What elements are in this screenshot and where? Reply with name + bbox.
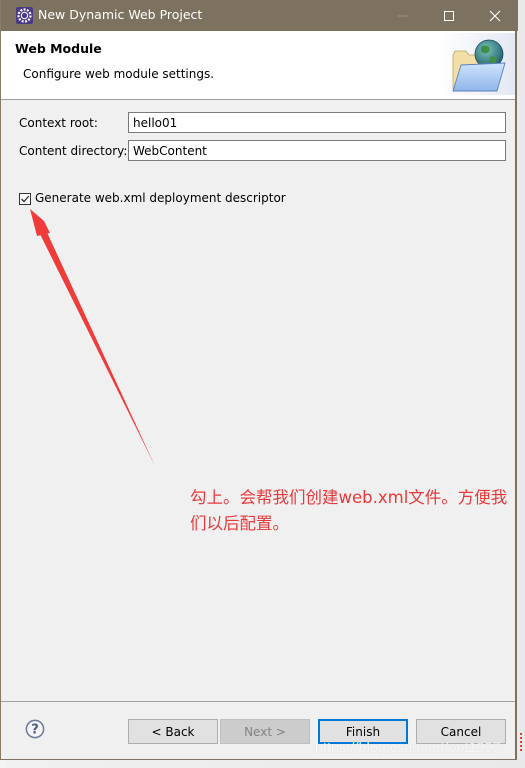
wizard-header: Web Module Configure web module settings… — [1, 31, 515, 100]
content-directory-input[interactable] — [128, 140, 506, 161]
watermark: https://blog.csdn.net/opt1997 — [315, 739, 501, 755]
eclipse-gear-icon — [16, 7, 33, 24]
footer-divider — [1, 701, 515, 702]
back-button[interactable]: < Back — [128, 719, 218, 744]
window-title: New Dynamic Web Project — [38, 7, 203, 22]
maximize-button[interactable] — [426, 0, 472, 31]
context-root-label: Context root: — [19, 116, 98, 130]
page-description: Configure web module settings. — [23, 67, 215, 81]
minimize-icon — [398, 15, 408, 16]
checkmark-icon — [21, 195, 30, 203]
help-icon[interactable]: ? — [25, 719, 45, 739]
dialog-window: New Dynamic Web Project Web Module Confi… — [0, 0, 518, 760]
close-icon — [489, 10, 501, 21]
annotation-text: 勾上。会帮我们创建web.xml文件。方便我们以后配置。 — [190, 488, 508, 533]
minimize-button[interactable] — [380, 0, 426, 31]
annotation-mark — [520, 733, 525, 751]
next-button[interactable]: Next > — [220, 719, 310, 744]
folder-globe-icon — [439, 33, 515, 95]
title-bar[interactable]: New Dynamic Web Project — [1, 0, 518, 31]
context-root-input[interactable] — [128, 112, 506, 133]
maximize-icon — [444, 10, 454, 21]
content-directory-label: Content directory: — [19, 144, 128, 158]
generate-descriptor-label[interactable]: Generate web.xml deployment descriptor — [35, 191, 286, 205]
generate-descriptor-checkbox[interactable] — [19, 193, 31, 205]
page-title: Web Module — [15, 41, 102, 56]
svg-text:?: ? — [31, 723, 39, 738]
close-button[interactable] — [472, 0, 518, 31]
